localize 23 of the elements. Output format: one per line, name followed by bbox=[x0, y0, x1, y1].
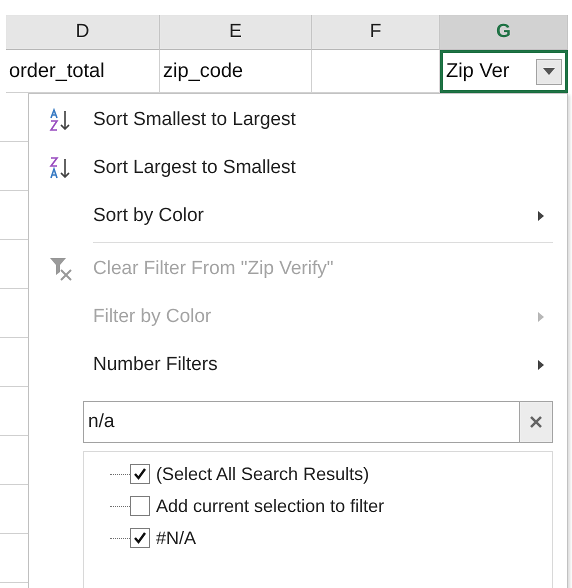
checkbox[interactable] bbox=[130, 496, 150, 516]
close-icon bbox=[529, 415, 543, 429]
checkbox-label[interactable]: (Select All Search Results) bbox=[156, 464, 370, 484]
search-field[interactable]: n/a bbox=[83, 401, 519, 443]
column-header[interactable]: E bbox=[160, 15, 312, 50]
menu-item[interactable]: Number Filters bbox=[29, 341, 567, 389]
clear-filter-icon bbox=[48, 256, 74, 282]
menu-item[interactable]: Sort Smallest to Largest bbox=[29, 96, 567, 144]
column-header[interactable]: F bbox=[312, 15, 440, 50]
cell-text: zip_code bbox=[163, 60, 244, 82]
dropdown-arrow-icon bbox=[543, 68, 555, 76]
clear-search-button[interactable] bbox=[519, 401, 553, 443]
filter-dropdown-button[interactable] bbox=[536, 58, 562, 84]
checkbox[interactable] bbox=[130, 528, 150, 548]
checkbox-label[interactable]: #N/A bbox=[156, 528, 196, 548]
column-header[interactable]: G bbox=[440, 15, 568, 50]
column-header[interactable]: D bbox=[6, 15, 160, 50]
menu-item[interactable]: Sort by Color bbox=[29, 192, 567, 240]
cell-text: Zip Ver bbox=[446, 60, 510, 83]
cell-text: order_total bbox=[9, 60, 106, 82]
checkbox-label[interactable]: Add current selection to filter bbox=[156, 496, 384, 516]
menu-item[interactable]: Sort Largest to Smallest bbox=[29, 144, 567, 192]
checkbox[interactable] bbox=[130, 464, 150, 484]
